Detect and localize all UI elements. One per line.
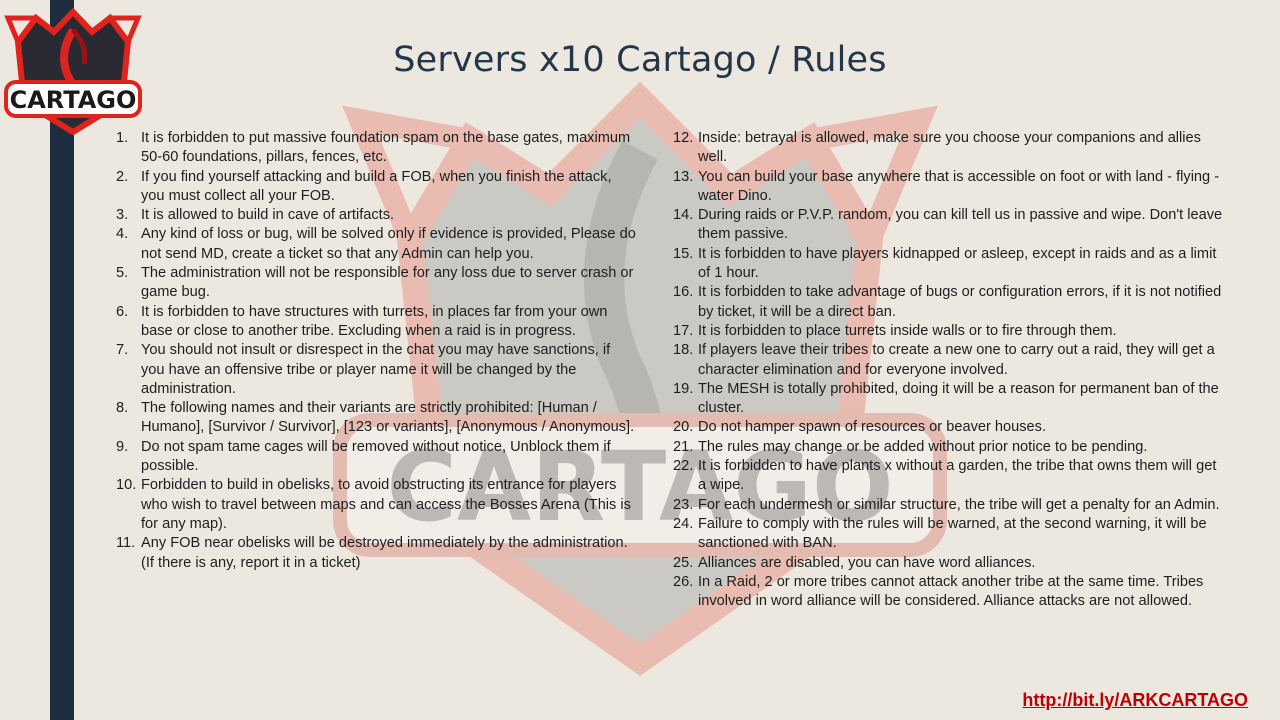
rule-text: It is forbidden to have plants x without… bbox=[698, 458, 1217, 494]
list-item: 14. During raids or P.V.P. random, you ca… bbox=[673, 206, 1225, 245]
rule-number: 15. bbox=[673, 245, 694, 262]
list-item: 22. It is forbidden to have plants x with… bbox=[673, 457, 1225, 496]
rule-number: 6. bbox=[116, 303, 129, 320]
rules-list-right: 12. Inside: betrayal is allowed, make sur… bbox=[673, 129, 1225, 611]
rule-number: 3. bbox=[116, 207, 129, 224]
rule-text: The MESH is totally prohibited, doing it… bbox=[698, 380, 1219, 417]
page-title: Servers x10 Cartago / Rules bbox=[393, 40, 887, 80]
list-item: 21. The rules may change or be added with… bbox=[673, 438, 1225, 457]
rule-text: The rules may change or be added without… bbox=[698, 438, 1148, 455]
list-item: 23. For each undermesh or similar structu… bbox=[673, 496, 1225, 515]
rule-text: It is allowed to build in cave of artifa… bbox=[141, 207, 395, 224]
rule-number: 2. bbox=[116, 168, 129, 185]
list-item: 13. You can build your base anywhere that… bbox=[673, 168, 1225, 207]
rules-list-left: 1. It is forbidden to put massive foundat… bbox=[116, 129, 636, 573]
rule-number: 19. bbox=[673, 380, 694, 397]
rule-number: 17. bbox=[673, 322, 694, 339]
rule-number: 25. bbox=[673, 554, 694, 571]
rule-text: Alliances are disabled, you can have wor… bbox=[698, 554, 1036, 571]
logo-text: CARTAGO bbox=[10, 86, 137, 114]
list-item: 25. Alliances are disabled, you can have … bbox=[673, 554, 1225, 573]
rule-number: 5. bbox=[116, 265, 129, 282]
rule-number: 16. bbox=[673, 284, 694, 301]
rule-text: Failure to comply with the rules will be… bbox=[698, 515, 1207, 552]
list-item: 7. You should not insult or disrespect in… bbox=[116, 341, 636, 399]
rule-number: 26. bbox=[673, 573, 694, 590]
rule-text: Do not hamper spawn of resources or beav… bbox=[698, 419, 1047, 436]
list-item: 16. It is forbidden to take advantage of … bbox=[673, 283, 1225, 322]
list-item: 18. If players leave their tribes to crea… bbox=[673, 341, 1225, 380]
rule-text: The administration will not be responsib… bbox=[141, 265, 634, 301]
rule-text: Any kind of loss or bug, will be solved … bbox=[141, 226, 636, 262]
rule-text: In a Raid, 2 or more tribes cannot attac… bbox=[698, 573, 1204, 610]
rule-number: 12. bbox=[673, 130, 694, 146]
list-item: 9. Do not spam tame cages will be removed… bbox=[116, 438, 636, 477]
rule-text: You can build your base anywhere that is… bbox=[698, 168, 1220, 204]
list-item: 5. The administration will not be respons… bbox=[116, 264, 636, 303]
rule-text: It is forbidden to take advantage of bug… bbox=[698, 284, 1222, 320]
list-item: 4. Any kind of loss or bug, will be solve… bbox=[116, 225, 636, 264]
rule-number: 9. bbox=[116, 438, 129, 455]
rule-number: 8. bbox=[116, 400, 129, 417]
list-item: 2. If you find yourself attacking and bui… bbox=[116, 168, 636, 207]
rule-text: Do not spam tame cages will be removed w… bbox=[141, 438, 611, 475]
rule-number: 18. bbox=[673, 342, 694, 359]
rule-number: 10. bbox=[116, 477, 137, 494]
rule-text: If you find yourself attacking and build… bbox=[141, 168, 612, 204]
rule-number: 13. bbox=[673, 168, 694, 185]
rule-text: You should not insult or disrespect in t… bbox=[141, 342, 611, 397]
rule-number: 1. bbox=[116, 130, 129, 146]
list-item: 20. Do not hamper spawn of resources or b… bbox=[673, 418, 1225, 437]
rule-number: 11. bbox=[116, 535, 136, 552]
rule-text: It is forbidden to have structures with … bbox=[141, 303, 608, 339]
rule-number: 22. bbox=[673, 458, 694, 475]
rule-number: 21. bbox=[673, 438, 694, 455]
rule-text: It is forbidden to put massive foundatio… bbox=[141, 130, 631, 166]
rule-text: It is forbidden to have players kidnappe… bbox=[698, 245, 1217, 282]
rule-text: Any FOB near obelisks will be destroyed … bbox=[141, 535, 628, 571]
rule-number: 14. bbox=[673, 207, 694, 224]
rule-number: 4. bbox=[116, 226, 129, 243]
rule-number: 7. bbox=[116, 342, 129, 359]
list-item: 10. Forbidden to build in obelisks, to av… bbox=[116, 476, 636, 534]
list-item: 1. It is forbidden to put massive foundat… bbox=[116, 129, 636, 168]
rule-text: For each undermesh or similar structure,… bbox=[698, 496, 1220, 513]
list-item: 11. Any FOB near obelisks will be destroy… bbox=[116, 534, 636, 573]
rule-text: Inside: betrayal is allowed, make sure y… bbox=[698, 130, 1201, 166]
rule-text: If players leave their tribes to create … bbox=[698, 342, 1215, 378]
cartago-link[interactable]: http://bit.ly/ARKCARTAGO bbox=[1022, 690, 1248, 711]
list-item: 17. It is forbidden to place turrets insi… bbox=[673, 322, 1225, 341]
rule-number: 20. bbox=[673, 419, 694, 436]
list-item: 24. Failure to comply with the rules will… bbox=[673, 515, 1225, 554]
list-item: 15. It is forbidden to have players kidna… bbox=[673, 245, 1225, 284]
rule-text: It is forbidden to place turrets inside … bbox=[698, 322, 1117, 339]
rule-number: 23. bbox=[673, 496, 694, 513]
rule-number: 24. bbox=[673, 515, 694, 532]
list-item: 3. It is allowed to build in cave of arti… bbox=[116, 206, 636, 225]
rule-text: During raids or P.V.P. random, you can k… bbox=[698, 207, 1223, 243]
list-item: 26. In a Raid, 2 or more tribes cannot at… bbox=[673, 573, 1225, 612]
rule-text: Forbidden to build in obelisks, to avoid… bbox=[141, 477, 631, 532]
list-item: 6. It is forbidden to have structures wit… bbox=[116, 303, 636, 342]
list-item: 12. Inside: betrayal is allowed, make sur… bbox=[673, 129, 1225, 168]
list-item: 8. The following names and their variants… bbox=[116, 399, 636, 438]
rule-text: The following names and their variants a… bbox=[141, 400, 635, 436]
list-item: 19. The MESH is totally prohibited, doing… bbox=[673, 380, 1225, 419]
